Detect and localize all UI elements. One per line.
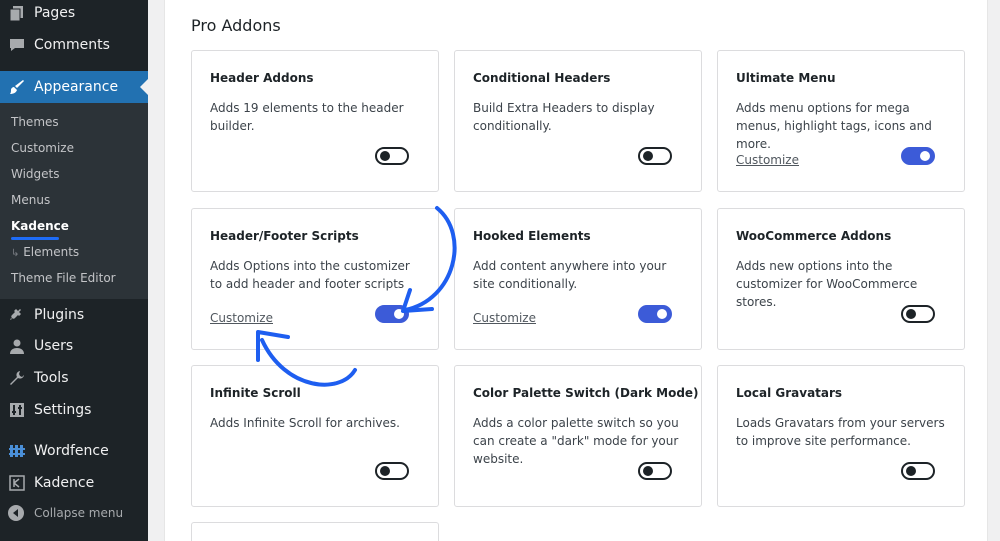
addon-card-partial <box>191 522 439 541</box>
user-icon <box>9 338 25 354</box>
toggle-knob <box>394 309 404 319</box>
addon-toggle[interactable] <box>638 305 672 323</box>
submenu-item-label: Elements <box>23 245 80 259</box>
comments-icon <box>9 37 25 53</box>
sidebar-item-label: Plugins <box>34 307 85 323</box>
customize-link[interactable]: Customize <box>473 311 536 325</box>
addon-card: Header Addons Adds 19 elements to the hea… <box>191 50 439 192</box>
customize-link[interactable]: Customize <box>736 153 799 167</box>
sidebar-item-settings[interactable]: Settings <box>0 394 148 426</box>
addon-title: Conditional Headers <box>473 71 611 85</box>
toggle-knob <box>657 309 667 319</box>
toggle-knob <box>380 151 390 161</box>
submenu-item-widgets[interactable]: Widgets <box>11 167 60 181</box>
addon-description: Adds menu options for mega menus, highli… <box>736 101 932 151</box>
kadence-icon <box>9 475 25 491</box>
addon-card: Infinite Scroll Adds Infinite Scroll for … <box>191 365 439 507</box>
sidebar-item-appearance[interactable]: Appearance <box>0 71 148 103</box>
addon-card: Conditional Headers Build Extra Headers t… <box>454 50 702 192</box>
addon-title: WooCommerce Addons <box>736 229 892 243</box>
paintbrush-icon <box>9 79 25 95</box>
pages-icon <box>9 5 25 21</box>
section-title: Pro Addons <box>191 16 281 35</box>
sidebar-item-pages[interactable]: Pages <box>0 0 148 29</box>
addon-description: Adds Options into the customizer to add … <box>210 259 410 291</box>
addon-toggle[interactable] <box>638 147 672 165</box>
addon-card: WooCommerce Addons Adds new options into … <box>717 208 965 350</box>
addon-description: Build Extra Headers to display condition… <box>473 101 655 133</box>
active-indicator <box>140 79 148 95</box>
sidebar-item-kadence[interactable]: Kadence <box>0 467 148 499</box>
addon-toggle[interactable] <box>375 305 409 323</box>
toggle-knob <box>906 466 916 476</box>
addon-title: Local Gravatars <box>736 386 843 400</box>
sidebar-item-label: Appearance <box>34 79 119 95</box>
collapse-arrow-icon <box>8 505 24 521</box>
submenu-child-arrow: ↳ <box>11 248 20 259</box>
sidebar-item-plugins[interactable]: Plugins <box>0 299 148 331</box>
addon-title: Color Palette Switch (Dark Mode) <box>473 386 699 400</box>
toggle-knob <box>380 466 390 476</box>
toggle-knob <box>906 309 916 319</box>
collapse-menu-button[interactable]: Collapse menu <box>8 505 123 521</box>
plug-icon <box>9 307 25 323</box>
sidebar-item-tools[interactable]: Tools <box>0 362 148 394</box>
submenu-item-elements[interactable]: ↳ Elements <box>11 245 79 259</box>
addon-title: Hooked Elements <box>473 229 591 243</box>
addon-title: Ultimate Menu <box>736 71 836 85</box>
appearance-submenu: Themes Customize Widgets Menus Kadence ↳… <box>0 103 148 299</box>
addon-toggle[interactable] <box>638 462 672 480</box>
sidebar-item-label: Wordfence <box>34 443 109 459</box>
sliders-icon <box>9 402 25 418</box>
addon-description: Adds Infinite Scroll for archives. <box>210 416 400 430</box>
addon-card: Local Gravatars Loads Gravatars from your… <box>717 365 965 507</box>
addon-card: Hooked Elements Add content anywhere into… <box>454 208 702 350</box>
sidebar-item-label: Comments <box>34 37 110 53</box>
sidebar-item-label: Settings <box>34 402 92 418</box>
toggle-knob <box>643 466 653 476</box>
wordfence-icon <box>9 443 25 459</box>
addon-title: Header Addons <box>210 71 314 85</box>
sidebar-item-label: Kadence <box>34 475 95 491</box>
sidebar-item-comments[interactable]: Comments <box>0 29 148 61</box>
sidebar-item-users[interactable]: Users <box>0 330 148 362</box>
sidebar-item-label: Users <box>34 338 74 354</box>
addon-title: Header/Footer Scripts <box>210 229 359 243</box>
admin-sidebar: Pages Comments Appearance Themes Customi… <box>0 0 148 541</box>
addon-card: Header/Footer Scripts Adds Options into t… <box>191 208 439 350</box>
annotation-underline <box>11 237 59 240</box>
addon-toggle[interactable] <box>901 462 935 480</box>
addon-card: Ultimate Menu Adds menu options for mega … <box>717 50 965 192</box>
addon-toggle[interactable] <box>375 462 409 480</box>
addon-description: Add content anywhere into your site cond… <box>473 259 667 291</box>
sidebar-item-label: Tools <box>34 370 69 386</box>
submenu-item-kadence[interactable]: Kadence <box>11 219 69 233</box>
addon-description: Adds 19 elements to the header builder. <box>210 101 404 133</box>
addon-toggle[interactable] <box>901 305 935 323</box>
addon-description: Adds a color palette switch so you can c… <box>473 416 679 466</box>
collapse-menu-label: Collapse menu <box>34 506 124 520</box>
submenu-item-customize[interactable]: Customize <box>11 141 74 155</box>
toggle-knob <box>643 151 653 161</box>
sidebar-item-label: Pages <box>34 5 76 21</box>
addon-toggle[interactable] <box>375 147 409 165</box>
addon-toggle[interactable] <box>901 147 935 165</box>
addon-description: Loads Gravatars from your servers to imp… <box>736 416 945 448</box>
customize-link[interactable]: Customize <box>210 311 273 325</box>
addon-title: Infinite Scroll <box>210 386 301 400</box>
submenu-item-themes[interactable]: Themes <box>11 115 59 129</box>
sidebar-item-wordfence[interactable]: Wordfence <box>0 435 148 467</box>
wrench-icon <box>9 370 25 386</box>
submenu-item-theme-file-editor[interactable]: Theme File Editor <box>11 271 116 285</box>
addon-card: Color Palette Switch (Dark Mode) Adds a c… <box>454 365 702 507</box>
addon-description: Adds new options into the customizer for… <box>736 259 918 309</box>
submenu-item-menus[interactable]: Menus <box>11 193 50 207</box>
toggle-knob <box>920 151 930 161</box>
